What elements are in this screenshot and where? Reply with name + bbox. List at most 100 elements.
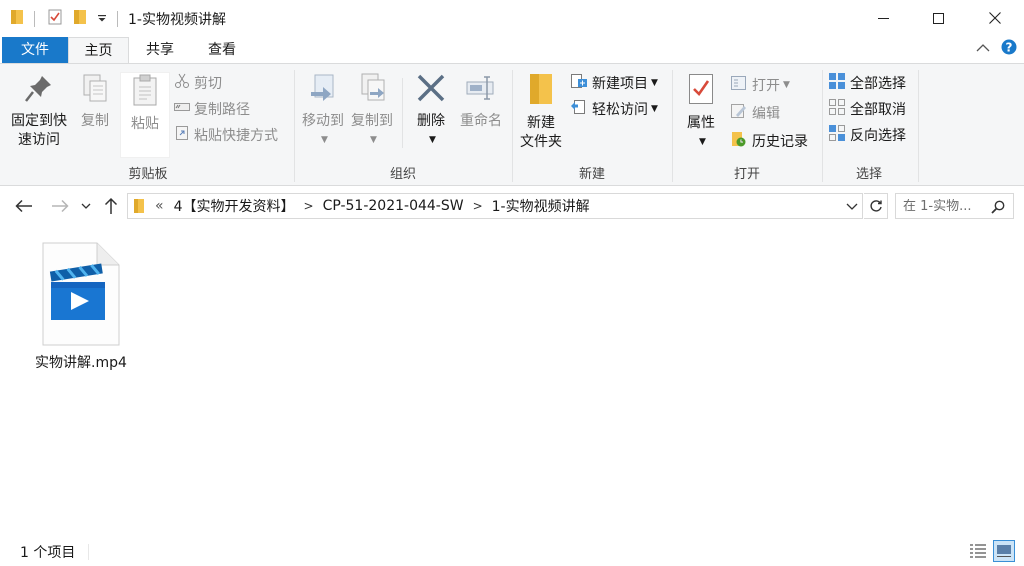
new-folder-button[interactable]: 新建 文件夹: [516, 72, 566, 152]
delete-label: 删除: [417, 113, 445, 129]
arrow-left-icon: [15, 199, 32, 213]
chevron-down-icon: ▼: [370, 135, 377, 145]
search-input[interactable]: [903, 198, 991, 214]
chevron-right-icon[interactable]: >: [473, 199, 483, 213]
tab-home[interactable]: 主页: [68, 37, 129, 65]
paste-label: 粘贴: [131, 116, 159, 132]
details-view-button[interactable]: [967, 540, 989, 562]
edit-button[interactable]: 编辑: [730, 102, 780, 124]
minimize-icon: [877, 17, 889, 19]
new-folder-label-line1: 新建: [527, 115, 555, 131]
breadcrumb-item[interactable]: 4【实物开发资料】: [174, 196, 295, 216]
copy-to-button[interactable]: 复制到 ▼: [348, 72, 396, 150]
help-icon[interactable]: ?: [1001, 39, 1017, 59]
file-item[interactable]: 实物讲解.mp4: [26, 240, 136, 380]
group-divider: [512, 70, 513, 182]
address-history-chevron-icon[interactable]: [846, 201, 858, 211]
chevron-down-icon: ▼: [321, 135, 328, 145]
properties-button[interactable]: 属性 ▼: [680, 72, 722, 152]
move-to-button[interactable]: 移动到 ▼: [300, 72, 346, 150]
breadcrumb-item[interactable]: CP-51-2021-044-SW: [323, 198, 464, 214]
tab-view[interactable]: 查看: [193, 37, 251, 64]
invert-selection-icon: [828, 124, 846, 146]
history-button[interactable]: 历史记录: [730, 130, 808, 152]
maximize-button[interactable]: [915, 0, 961, 36]
invert-selection-button[interactable]: 反向选择: [828, 124, 906, 146]
minimize-button[interactable]: [860, 0, 906, 36]
open-group-label: 打开: [733, 167, 760, 182]
tab-file[interactable]: 文件: [2, 37, 68, 64]
file-list-view: 实物讲解.mp4: [0, 226, 1024, 526]
select-all-button[interactable]: 全部选择: [828, 72, 906, 94]
large-icons-view-icon: [997, 545, 1011, 557]
pin-to-quick-access-button[interactable]: 固定到快 速访问: [6, 72, 72, 150]
cut-button[interactable]: 剪切: [174, 72, 222, 94]
paste-shortcut-button[interactable]: 粘贴快捷方式: [174, 124, 278, 146]
customize-toolbar-chevron-icon[interactable]: [97, 12, 107, 27]
delete-x-icon: [410, 72, 452, 110]
new-group-label: 新建: [578, 167, 605, 182]
delete-button[interactable]: 删除 ▼: [410, 72, 452, 150]
properties-icon: [680, 72, 722, 112]
breadcrumb-overflow[interactable]: «: [155, 198, 164, 214]
paste-button[interactable]: 粘贴: [120, 72, 170, 158]
recent-locations-button[interactable]: [76, 194, 96, 218]
navigation-bar: « 4【实物开发资料】 > CP-51-2021-044-SW > 1-实物视频…: [0, 190, 1024, 222]
history-icon: [730, 131, 748, 151]
move-to-icon: [300, 72, 346, 110]
easy-access-icon: [570, 99, 588, 119]
divider: [34, 11, 35, 27]
pin-label-line1: 固定到快: [11, 113, 67, 129]
divider: [88, 544, 89, 560]
address-bar[interactable]: « 4【实物开发资料】 > CP-51-2021-044-SW > 1-实物视频…: [127, 193, 863, 219]
properties-label: 属性: [687, 115, 715, 131]
new-folder-label-line2: 文件夹: [520, 134, 562, 150]
select-none-label: 全部取消: [850, 102, 906, 118]
clipboard-group-label: 剪贴板: [128, 167, 168, 182]
copy-button[interactable]: 复制: [74, 72, 116, 131]
group-divider: [918, 70, 919, 182]
group-divider: [672, 70, 673, 182]
divider: [117, 11, 118, 27]
search-box[interactable]: [895, 193, 1014, 219]
arrow-up-icon: [104, 197, 118, 214]
new-folder-icon[interactable]: [73, 9, 87, 29]
file-name: 实物讲解.mp4: [35, 355, 127, 371]
easy-access-button[interactable]: 轻松访问 ▼: [570, 98, 658, 120]
up-button[interactable]: [99, 194, 123, 218]
select-group-label: 选择: [855, 167, 882, 182]
collapse-ribbon-chevron-icon[interactable]: [976, 42, 990, 57]
rename-button[interactable]: 重命名: [456, 72, 506, 131]
large-icons-view-button[interactable]: [993, 540, 1015, 562]
breadcrumb-item[interactable]: 1-实物视频讲解: [492, 196, 590, 216]
quick-access-toolbar: [10, 9, 118, 29]
edit-icon: [730, 103, 748, 123]
new-item-button[interactable]: 新建项目 ▼: [570, 72, 658, 94]
select-all-icon: [828, 72, 846, 94]
chevron-right-icon[interactable]: >: [304, 199, 314, 213]
svg-text:?: ?: [1006, 41, 1013, 55]
folder-icon: [10, 9, 24, 29]
open-button[interactable]: 打开 ▼: [730, 74, 790, 96]
paste-shortcut-icon: [174, 125, 190, 145]
invert-selection-label: 反向选择: [850, 128, 906, 144]
easy-access-label: 轻松访问: [592, 102, 648, 118]
tab-share[interactable]: 共享: [131, 37, 189, 64]
copy-icon: [74, 72, 116, 110]
forward-button[interactable]: [48, 194, 72, 218]
refresh-button[interactable]: [864, 193, 888, 219]
select-none-button[interactable]: 全部取消: [828, 98, 906, 120]
close-button[interactable]: [972, 0, 1018, 36]
divider: [402, 78, 403, 148]
chevron-down-icon: ▼: [429, 135, 436, 145]
new-item-label: 新建项目: [592, 76, 648, 92]
copy-path-button[interactable]: 复制路径: [174, 98, 250, 120]
properties-icon[interactable]: [47, 9, 63, 29]
chevron-down-icon: ▼: [783, 80, 790, 90]
back-button[interactable]: [12, 194, 36, 218]
pin-icon: [6, 72, 72, 110]
maximize-icon: [932, 12, 944, 24]
search-icon[interactable]: [991, 200, 1005, 214]
cut-label: 剪切: [194, 76, 222, 92]
refresh-icon: [869, 200, 882, 212]
